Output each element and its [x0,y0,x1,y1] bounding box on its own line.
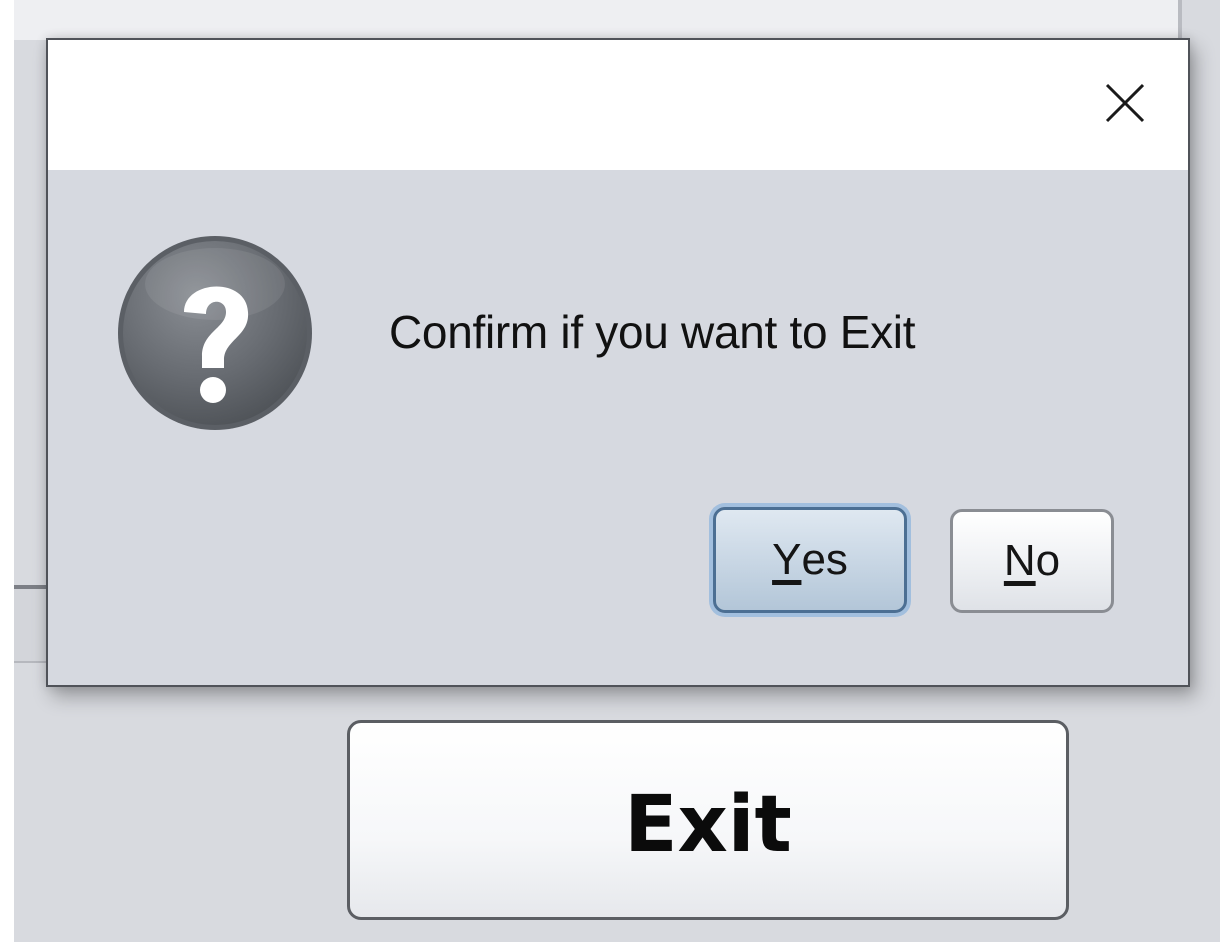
no-mnemonic: N [1003,536,1036,585]
close-icon[interactable] [1090,68,1160,138]
yes-mnemonic: Y [772,535,802,584]
dialog-message: Confirm if you want to Exit [389,306,916,358]
question-icon [114,232,316,434]
exit-button-label: Exit [624,780,792,870]
yes-label: es [801,535,848,584]
app-window-border [1178,0,1182,40]
confirm-dialog: Confirm if you want to Exit Yes No [46,38,1190,687]
no-button[interactable]: No [950,509,1114,613]
app-top-strip [14,0,1178,40]
no-label: o [1035,536,1061,585]
yes-button[interactable]: Yes [713,507,907,613]
app-divider [14,585,48,663]
exit-button[interactable]: Exit [347,720,1069,920]
dialog-titlebar [48,40,1188,170]
